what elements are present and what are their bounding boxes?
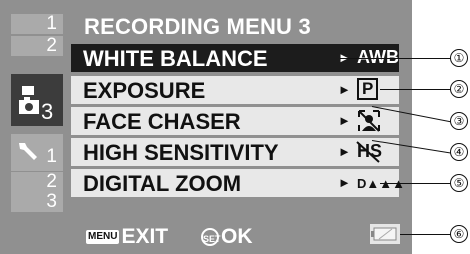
tab-setup-2[interactable]: 2: [11, 172, 63, 192]
tab-setup-1-number: 1: [46, 146, 57, 167]
strike-icon: [355, 140, 381, 169]
tab-recording-3-active[interactable]: 3: [11, 74, 63, 126]
camera-icon: [17, 84, 41, 125]
menu-item-label: DIGITAL ZOOM: [83, 171, 242, 196]
callout-line-5: [380, 183, 452, 184]
callout-6: ⑥: [450, 225, 468, 243]
ok-label: OK: [221, 225, 253, 248]
callout-2: ②: [450, 80, 468, 98]
menu-item-label: FACE CHASER: [83, 109, 241, 134]
wrench-icon: [15, 139, 41, 168]
callout-4: ④: [450, 143, 468, 161]
battery-icon: [370, 224, 400, 244]
camera-screen: 1 2 3 1 2 3 RECORDING MENU 3 WHITE BALAN…: [0, 0, 412, 254]
set-key-icon: SET: [201, 228, 221, 247]
tab-recording-1[interactable]: 1: [11, 14, 63, 34]
menu-tabs: 1 2 3 1 2 3: [11, 14, 63, 241]
callout-3: ③: [450, 112, 468, 130]
callout-line-6: [400, 234, 452, 235]
tab-recording-2[interactable]: 2: [11, 36, 63, 56]
menu-item-label: WHITE BALANCE: [83, 46, 268, 71]
menu-item-label: EXPOSURE: [83, 78, 206, 103]
menu-key-icon: MENU: [86, 230, 120, 245]
menu-title: RECORDING MENU 3: [84, 14, 311, 39]
callout-line-1: [340, 58, 452, 59]
callout-1: ①: [450, 49, 468, 67]
tab-active-number: 3: [41, 99, 54, 124]
menu-item-exposure[interactable]: EXPOSURE ► P: [71, 76, 399, 104]
exit-label: EXIT: [121, 225, 169, 248]
ok-button[interactable]: SETOK: [201, 225, 253, 249]
arrow-right-icon: ►: [338, 144, 351, 159]
tab-setup-3[interactable]: 3: [11, 192, 63, 212]
callout-line-2: [380, 89, 452, 90]
menu-item-digital-zoom[interactable]: DIGITAL ZOOM ► D▲▲▲: [71, 169, 405, 197]
menu-item-high-sensitivity[interactable]: HIGH SENSITIVITY ► HS: [71, 138, 399, 166]
arrow-right-icon: ►: [338, 175, 351, 190]
exposure-value: P: [357, 78, 379, 100]
menu-item-face-chaser[interactable]: FACE CHASER ►: [71, 107, 399, 135]
exit-button[interactable]: MENU EXIT: [86, 225, 168, 249]
arrow-right-icon: ►: [338, 82, 351, 97]
callout-5: ⑤: [450, 174, 468, 192]
arrow-right-icon: ►: [338, 113, 351, 128]
tab-setup-1[interactable]: 1: [11, 134, 63, 171]
menu-item-label: HIGH SENSITIVITY: [83, 140, 279, 165]
face-chaser-off-icon: [357, 109, 381, 138]
